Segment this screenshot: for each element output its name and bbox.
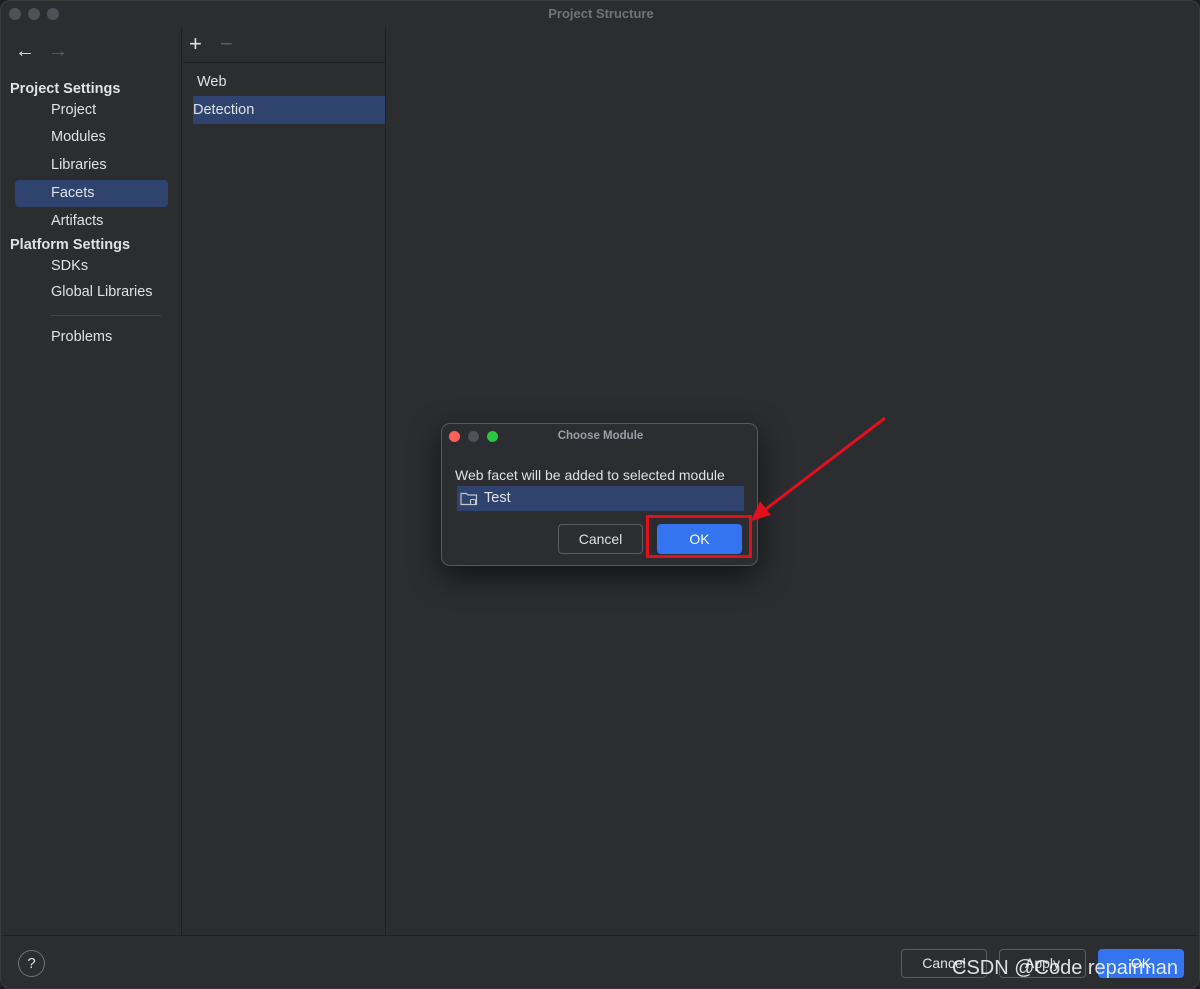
zoom-window-button[interactable] [47, 8, 59, 20]
close-window-button[interactable] [9, 8, 21, 20]
dialog-title: Choose Module [557, 430, 644, 442]
sidebar-item-sdks[interactable]: SDKs [15, 253, 168, 280]
sidebar-item-facets[interactable]: Facets [15, 180, 168, 207]
add-facet-plus-icon[interactable]: + [189, 33, 202, 55]
module-item-label: Test [484, 490, 511, 506]
annotation-arrow-icon [751, 416, 886, 521]
sidebar-item-problems[interactable]: Problems [15, 324, 168, 351]
remove-facet-minus-icon[interactable]: − [220, 33, 233, 55]
sidebar-item-artifacts[interactable]: Artifacts [15, 208, 168, 235]
sidebar-item-project[interactable]: Project [15, 97, 168, 124]
sidebar-divider [51, 315, 161, 316]
forward-arrow-icon[interactable]: → [48, 41, 68, 61]
minimize-window-button[interactable] [28, 8, 40, 20]
title-bar: Project Structure [1, 1, 1199, 27]
settings-sidebar: ← → Project Settings Project Modules Lib… [1, 27, 182, 935]
folder-module-icon [460, 491, 478, 511]
back-arrow-icon[interactable]: ← [15, 41, 35, 61]
sidebar-item-modules[interactable]: Modules [15, 124, 168, 151]
dialog-cancel-button[interactable]: Cancel [558, 524, 643, 554]
platform-settings-heading: Platform Settings [10, 237, 131, 253]
watermark-text: CSDN @Code repairman [952, 957, 1178, 979]
facet-item-web[interactable]: Web [193, 68, 385, 96]
sidebar-item-global-libraries[interactable]: Global Libraries [15, 279, 168, 306]
project-settings-heading: Project Settings [10, 81, 121, 97]
annotation-highlight-box [646, 515, 752, 558]
help-button[interactable]: ? [18, 950, 45, 977]
sidebar-item-libraries[interactable]: Libraries [15, 152, 168, 179]
module-item-test[interactable]: Test [457, 486, 744, 511]
dialog-message: Web facet will be added to selected modu… [455, 467, 725, 483]
facets-list-panel: + − Web Detection [183, 27, 386, 935]
facets-toolbar: + − [183, 27, 386, 63]
facet-item-detection[interactable]: Detection [193, 96, 385, 124]
window-title: Project Structure [548, 6, 654, 21]
